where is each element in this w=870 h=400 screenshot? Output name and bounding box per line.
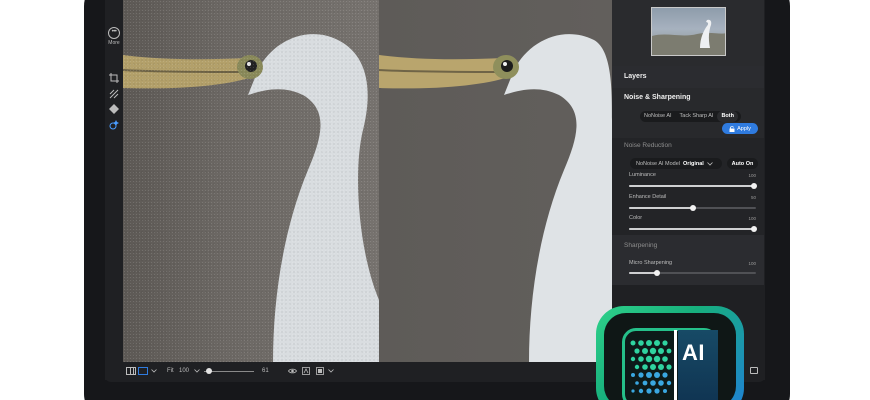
after-photo[interactable] <box>379 0 612 362</box>
model-dropdown[interactable]: NoNoise AI Model Original <box>630 158 722 169</box>
color-knob[interactable] <box>751 226 757 232</box>
erase-icon[interactable] <box>108 88 120 100</box>
micro-sharpening-label: Micro Sharpening <box>629 260 673 266</box>
luminance-slider[interactable] <box>629 183 757 189</box>
panel-toggle-icon[interactable] <box>750 367 758 374</box>
micro-sharpening-knob[interactable] <box>654 270 660 276</box>
layers-title: Layers <box>624 73 647 80</box>
mode-segment-tacksharp[interactable]: Tack Sharp AI <box>676 111 718 122</box>
luminance-value: 100 <box>748 173 756 178</box>
dot-pattern-icon <box>630 340 672 394</box>
sharpening-heading: Sharpening <box>624 242 658 249</box>
color-slider[interactable] <box>629 226 757 232</box>
fit-label[interactable]: Fit <box>167 366 174 376</box>
ai-badge-text: AI <box>682 340 705 365</box>
left-toolbar: ••• More <box>105 0 123 362</box>
enhance-detail-value: 50 <box>750 195 756 200</box>
mask-chevron-icon[interactable] <box>328 366 334 376</box>
enhance-detail-knob[interactable] <box>690 205 696 211</box>
enhance-detail-slider[interactable] <box>629 205 756 211</box>
apply-button[interactable]: Apply <box>722 123 758 134</box>
view-chevron-icon[interactable] <box>151 366 157 376</box>
apply-label: Apply <box>737 125 751 132</box>
navigator-thumbnail[interactable] <box>651 7 726 56</box>
luminance-label: Luminance <box>629 172 656 178</box>
crop-icon[interactable] <box>108 72 120 84</box>
grid-view-icon[interactable] <box>126 366 136 376</box>
noise-sharpening-title: Noise & Sharpening <box>624 94 691 101</box>
compare-view-icon[interactable] <box>138 366 148 376</box>
model-value: Original <box>683 160 704 167</box>
mask-view-icon[interactable] <box>316 366 324 376</box>
zoom-chevron-icon[interactable] <box>194 366 200 376</box>
color-fill <box>629 228 756 230</box>
luminance-fill <box>629 185 756 187</box>
before-photo[interactable] <box>123 0 379 362</box>
noise-reduction-heading: Noise Reduction <box>624 142 672 149</box>
lock-icon <box>729 125 735 132</box>
micro-sharpening-slider[interactable] <box>629 270 756 276</box>
more-label: More <box>108 40 120 46</box>
chevron-down-icon <box>707 161 713 166</box>
ai-badge-divider <box>674 330 677 400</box>
before-after-icon[interactable] <box>302 366 310 376</box>
color-value: 100 <box>748 216 756 221</box>
mode-segment-both[interactable]: Both <box>717 111 738 122</box>
micro-sharpening-value: 100 <box>748 261 756 266</box>
masking-icon[interactable] <box>108 103 120 115</box>
eye-icon[interactable] <box>288 366 297 376</box>
color-label: Color <box>629 215 643 221</box>
enhance-detail-label: Enhance Detail <box>629 194 667 200</box>
ai-tool-icon[interactable] <box>108 119 120 131</box>
micro-sharpening-fill <box>629 272 657 274</box>
more-icon[interactable]: ••• <box>108 27 120 39</box>
auto-on-button[interactable]: Auto On <box>727 158 758 169</box>
enhance-detail-fill <box>629 207 693 209</box>
mode-segmented-control: NoNoise AI Tack Sharp AI Both <box>640 111 741 122</box>
mode-segment-nonoise[interactable]: NoNoise AI <box>640 111 676 122</box>
zoom-value[interactable]: 100 <box>179 366 189 376</box>
luminance-knob[interactable] <box>751 183 757 189</box>
zoom-knob[interactable] <box>206 368 212 374</box>
model-prefix: NoNoise AI Model <box>636 160 681 167</box>
zoom-slider-value: 61 <box>262 368 269 374</box>
